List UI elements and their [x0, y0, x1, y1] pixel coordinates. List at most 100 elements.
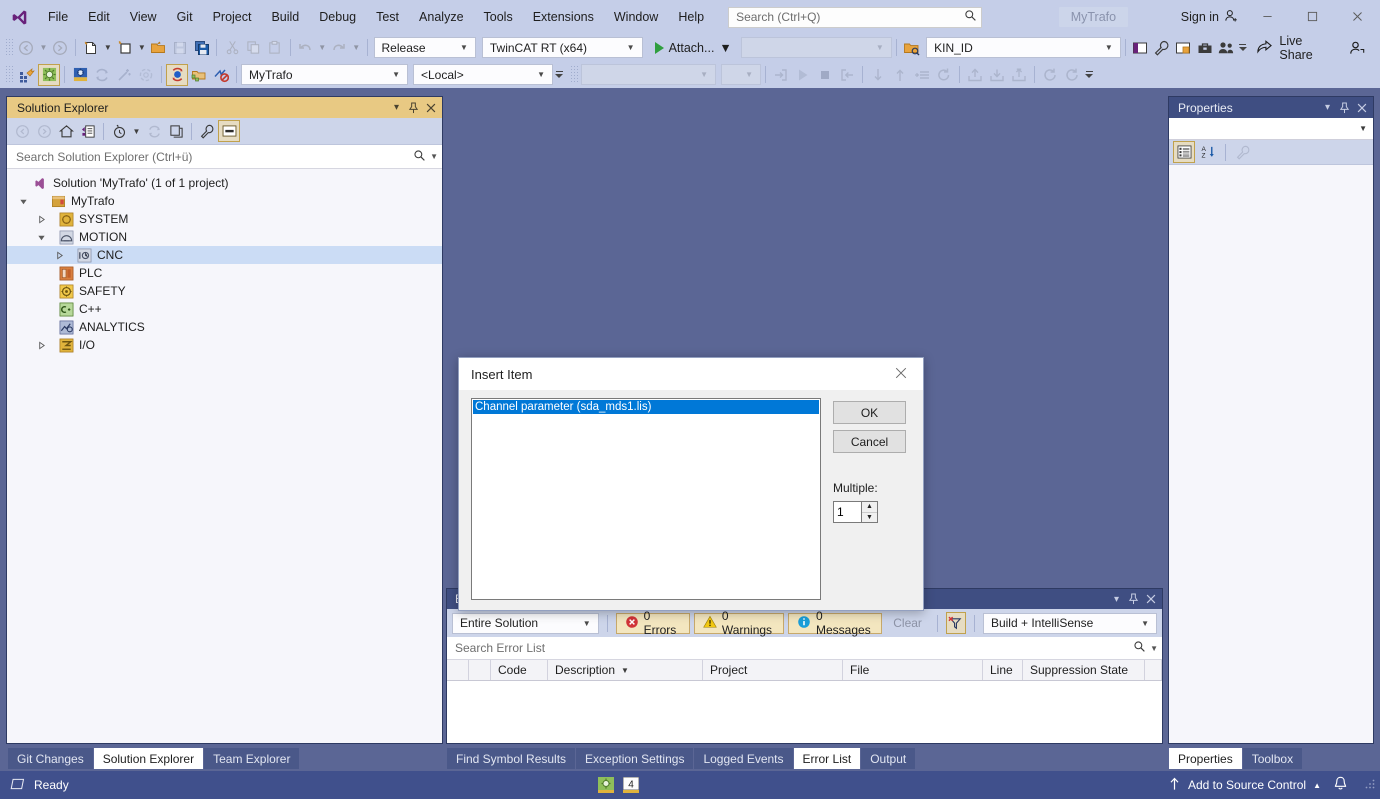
open-file-icon[interactable] [148, 37, 169, 59]
toolbar-overflow-button[interactable] [1237, 37, 1249, 59]
down-icon[interactable] [867, 64, 889, 86]
show-online-icon[interactable] [188, 64, 210, 86]
debug-combo-1[interactable]: ▼ [581, 64, 716, 85]
tree-item-safety[interactable]: SAFETY [7, 282, 442, 300]
copy-icon[interactable] [243, 37, 264, 59]
clear-button[interactable]: Clear [886, 616, 929, 630]
tree-item-analytics[interactable]: ANALYTICS [7, 318, 442, 336]
alphabetical-icon[interactable]: AZ [1197, 141, 1219, 163]
maximize-button[interactable] [1290, 0, 1335, 34]
process-combo[interactable]: ▼ [741, 37, 892, 58]
run-icon[interactable] [792, 64, 814, 86]
dialog-close-button[interactable] [878, 358, 923, 390]
save-target-icon[interactable] [1008, 64, 1030, 86]
chevron-down-icon[interactable]: ▼ [426, 152, 438, 161]
navigate-back-dropdown[interactable]: ▼ [37, 37, 50, 59]
step-list-icon[interactable] [911, 64, 933, 86]
property-pages-icon[interactable] [1232, 141, 1254, 163]
close-icon[interactable] [1142, 590, 1159, 608]
tree-item-io[interactable]: I/O [7, 336, 442, 354]
tree-item-mytrafo[interactable]: MyTrafo [7, 192, 442, 210]
chevron-down-icon[interactable]: ▾ [1319, 98, 1336, 117]
toolbar-grip[interactable] [5, 65, 14, 84]
tab-toolbox[interactable]: Toolbox [1243, 748, 1302, 769]
column-blank[interactable] [469, 660, 491, 680]
download-icon[interactable] [986, 64, 1008, 86]
reload-icon[interactable] [91, 64, 113, 86]
window-dock-icon[interactable] [1173, 37, 1194, 59]
tab-git-changes[interactable]: Git Changes [8, 748, 93, 769]
disable-watch-icon[interactable] [210, 64, 232, 86]
menu-edit[interactable]: Edit [78, 0, 120, 34]
menu-view[interactable]: View [120, 0, 167, 34]
attach-button[interactable]: Attach... ▼ [651, 41, 737, 55]
back-icon[interactable] [11, 120, 33, 142]
wrench-icon[interactable] [1151, 37, 1172, 59]
new-item-dropdown[interactable]: ▼ [136, 37, 149, 59]
column-suppression-state[interactable]: Suppression State [1023, 660, 1145, 680]
tab-team-explorer[interactable]: Team Explorer [204, 748, 299, 769]
expander-expanded-icon[interactable] [15, 197, 32, 206]
item-listbox[interactable]: Channel parameter (sda_mds1.lis) [471, 398, 821, 600]
menu-file[interactable]: File [38, 0, 78, 34]
menu-project[interactable]: Project [203, 0, 262, 34]
tc-target-combo[interactable]: <Local> ▼ [413, 64, 553, 85]
tree-item-system[interactable]: SYSTEM [7, 210, 442, 228]
ok-button[interactable]: OK [833, 401, 906, 424]
tree-item-cnc[interactable]: CNC [7, 246, 442, 264]
tc-project-combo[interactable]: MyTrafo ▼ [241, 64, 408, 85]
spinner-up-icon[interactable]: ▲ [862, 502, 877, 513]
listbox-item[interactable]: Channel parameter (sda_mds1.lis) [473, 400, 819, 414]
menu-extensions[interactable]: Extensions [523, 0, 604, 34]
paste-icon[interactable] [264, 37, 285, 59]
navigate-forward-icon[interactable] [50, 37, 71, 59]
debug-toolbar-overflow-button[interactable] [1083, 64, 1095, 86]
sync-with-active-document-icon[interactable] [77, 120, 99, 142]
close-icon[interactable] [1353, 98, 1370, 117]
tab-output[interactable]: Output [861, 748, 915, 769]
column-icon[interactable] [447, 660, 469, 680]
close-icon[interactable] [422, 98, 439, 117]
new-project-dropdown[interactable]: ▼ [102, 37, 115, 59]
pending-changes-icon[interactable] [108, 120, 130, 142]
menu-tools[interactable]: Tools [474, 0, 523, 34]
pin-icon[interactable] [405, 98, 422, 117]
column-project[interactable]: Project [703, 660, 843, 680]
chevron-down-icon[interactable]: ▾ [388, 98, 405, 117]
notifications-button[interactable] [1333, 776, 1364, 795]
menu-debug[interactable]: Debug [309, 0, 366, 34]
properties-object-combo[interactable]: ▼ [1169, 118, 1373, 140]
refresh-icon[interactable] [143, 120, 165, 142]
team-icon[interactable] [1215, 37, 1236, 59]
step-out-icon[interactable] [836, 64, 858, 86]
stop-icon[interactable] [814, 64, 836, 86]
save-all-icon[interactable] [191, 37, 212, 59]
collapse-all-icon[interactable] [165, 120, 187, 142]
expander-collapsed-icon[interactable] [51, 251, 68, 260]
spinner-down-icon[interactable]: ▼ [862, 513, 877, 523]
menu-analyze[interactable]: Analyze [409, 0, 473, 34]
minimize-button[interactable] [1245, 0, 1290, 34]
tab-solution-explorer[interactable]: Solution Explorer [94, 748, 203, 769]
undo-dropdown[interactable]: ▼ [316, 37, 329, 59]
platform-combo[interactable]: TwinCAT RT (x64) ▼ [482, 37, 643, 58]
menu-help[interactable]: Help [668, 0, 714, 34]
resize-grip-icon[interactable] [1364, 778, 1380, 793]
scope-filter-combo[interactable]: Entire Solution ▼ [452, 613, 599, 634]
menu-git[interactable]: Git [167, 0, 203, 34]
tree-item-cpp[interactable]: C++ [7, 300, 442, 318]
reload-1-icon[interactable] [1039, 64, 1061, 86]
toolbar-grip[interactable] [570, 65, 579, 84]
tab-error-list[interactable]: Error List [794, 748, 861, 769]
redo-icon[interactable] [329, 37, 350, 59]
tree-item-motion[interactable]: MOTION [7, 228, 442, 246]
solution-explorer-search[interactable]: Search Solution Explorer (Ctrl+ü) ▼ [7, 145, 442, 169]
tc-config-mode-icon[interactable] [597, 777, 614, 794]
tab-exception-settings[interactable]: Exception Settings [576, 748, 693, 769]
messages-toggle[interactable]: 0 Messages [788, 613, 882, 634]
undo-icon[interactable] [294, 37, 315, 59]
pin-icon[interactable] [1336, 98, 1353, 117]
upload-icon[interactable] [964, 64, 986, 86]
cut-icon[interactable] [221, 37, 242, 59]
activate-config-icon[interactable] [16, 64, 38, 86]
